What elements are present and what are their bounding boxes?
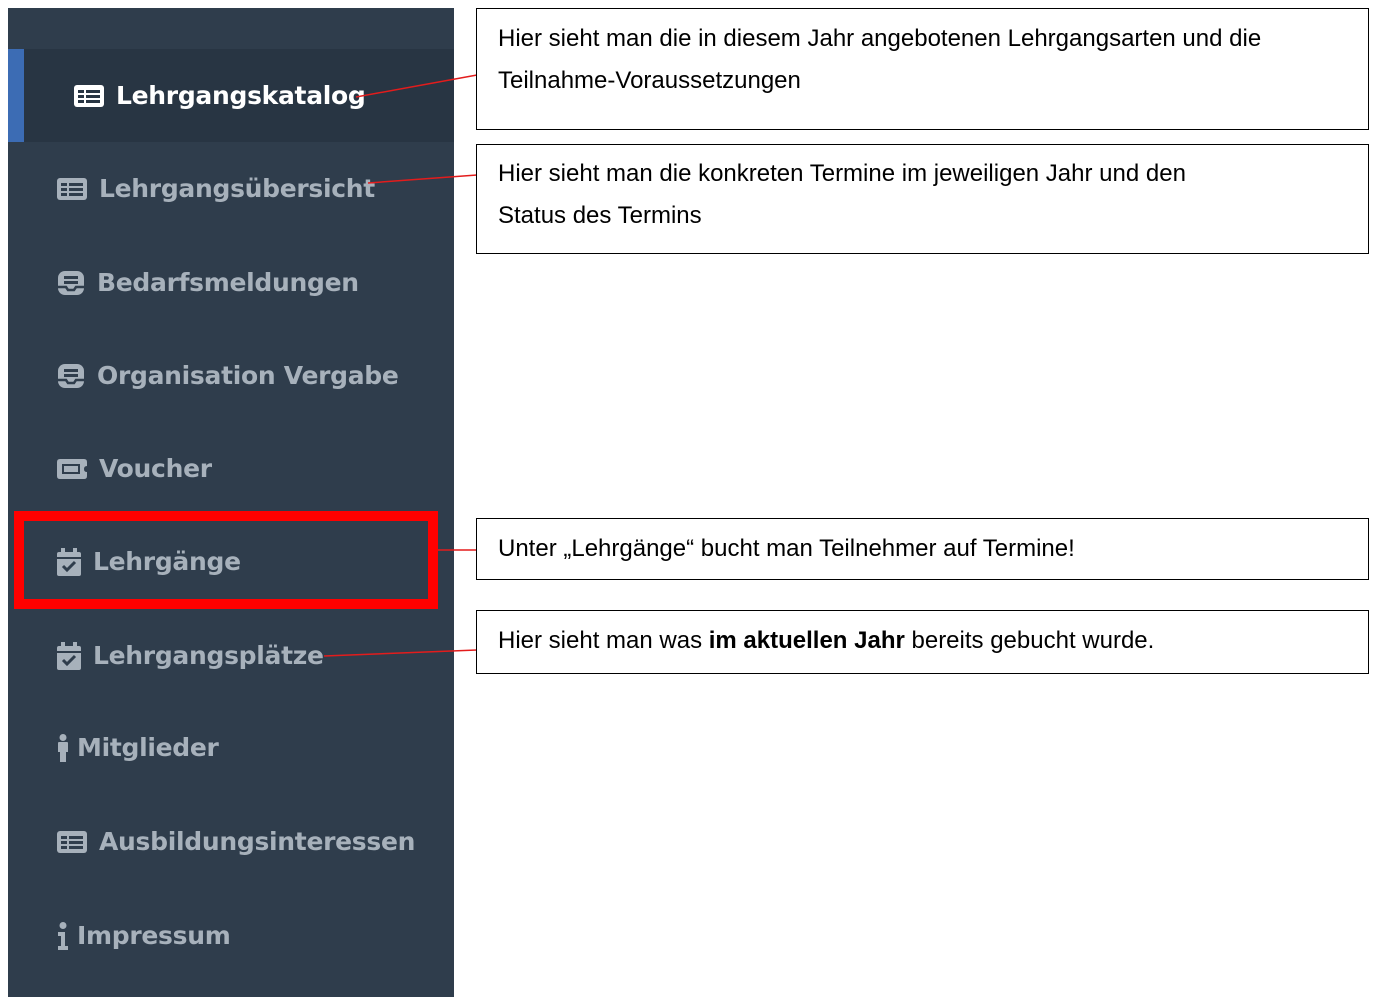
callout-text-line: Hier sieht man die in diesem Jahr angebo… [498, 25, 1262, 52]
person-icon [57, 733, 69, 762]
callout-text-bold: im aktuellen Jahr [708, 627, 905, 654]
sidebar-item-label: Lehrgangsplätze [93, 641, 324, 670]
sidebar-item-ausbildungsinteressen[interactable]: Ausbildungsinteressen [8, 795, 454, 888]
info-icon [57, 921, 69, 950]
sidebar-item-impressum[interactable]: Impressum [8, 889, 454, 982]
callout-text-part: Hier sieht man was [498, 627, 709, 654]
inbox-icon [57, 270, 85, 296]
callout-overview: Hier sieht man die konkreten Termine im … [476, 144, 1369, 254]
sidebar-item-voucher[interactable]: Voucher [8, 422, 454, 515]
sidebar-item-lehrgangsuebersicht[interactable]: Lehrgangsübersicht [8, 142, 454, 235]
callout-courses: Unter „Lehrgänge“ bucht man Teilnehmer a… [476, 518, 1369, 580]
list-card-icon [57, 177, 87, 200]
sidebar-item-mitglieder[interactable]: Mitglieder [8, 701, 454, 794]
calendar-check-icon [57, 641, 81, 670]
sidebar-item-label: Lehrgangsübersicht [99, 174, 375, 203]
active-indicator [8, 49, 24, 142]
callout-text: Hier sieht man was im aktuellen Jahr ber… [498, 620, 1348, 662]
callout-text-line: Teilnahme-Voraussetzungen [498, 67, 801, 94]
sidebar-item-label: Impressum [77, 921, 231, 950]
sidebar-item-label: Voucher [99, 454, 212, 483]
highlight-box [14, 511, 438, 609]
sidebar: Lehrgangskatalog Lehrgangsübersicht Beda… [8, 8, 454, 997]
sidebar-item-label: Bedarfsmeldungen [97, 268, 359, 297]
callout-places: Hier sieht man was im aktuellen Jahr ber… [476, 610, 1369, 674]
sidebar-item-label: Mitglieder [77, 733, 219, 762]
sidebar-item-label: Organisation Vergabe [97, 361, 399, 390]
sidebar-item-label: Lehrgangskatalog [116, 81, 366, 110]
list-card-icon [74, 84, 104, 107]
inbox-icon [57, 363, 85, 389]
sidebar-item-lehrgangskatalog[interactable]: Lehrgangskatalog [8, 49, 454, 142]
callout-text-part: bereits gebucht wurde. [904, 627, 1155, 654]
sidebar-item-organisation-vergabe[interactable]: Organisation Vergabe [8, 329, 454, 422]
callout-catalog: Hier sieht man die in diesem Jahr angebo… [476, 8, 1369, 130]
sidebar-item-label: Ausbildungsinteressen [99, 827, 416, 856]
ticket-icon [57, 458, 87, 479]
list-card-icon [57, 830, 87, 853]
sidebar-item-lehrgangsplaetze[interactable]: Lehrgangsplätze [8, 609, 454, 702]
callout-text-line: Status des Termins [498, 202, 702, 229]
sidebar-item-bedarfsmeldungen[interactable]: Bedarfsmeldungen [8, 236, 454, 329]
callout-text: Unter „Lehrgänge“ bucht man Teilnehmer a… [498, 535, 1075, 562]
callout-text-line: Hier sieht man die konkreten Termine im … [498, 160, 1186, 187]
